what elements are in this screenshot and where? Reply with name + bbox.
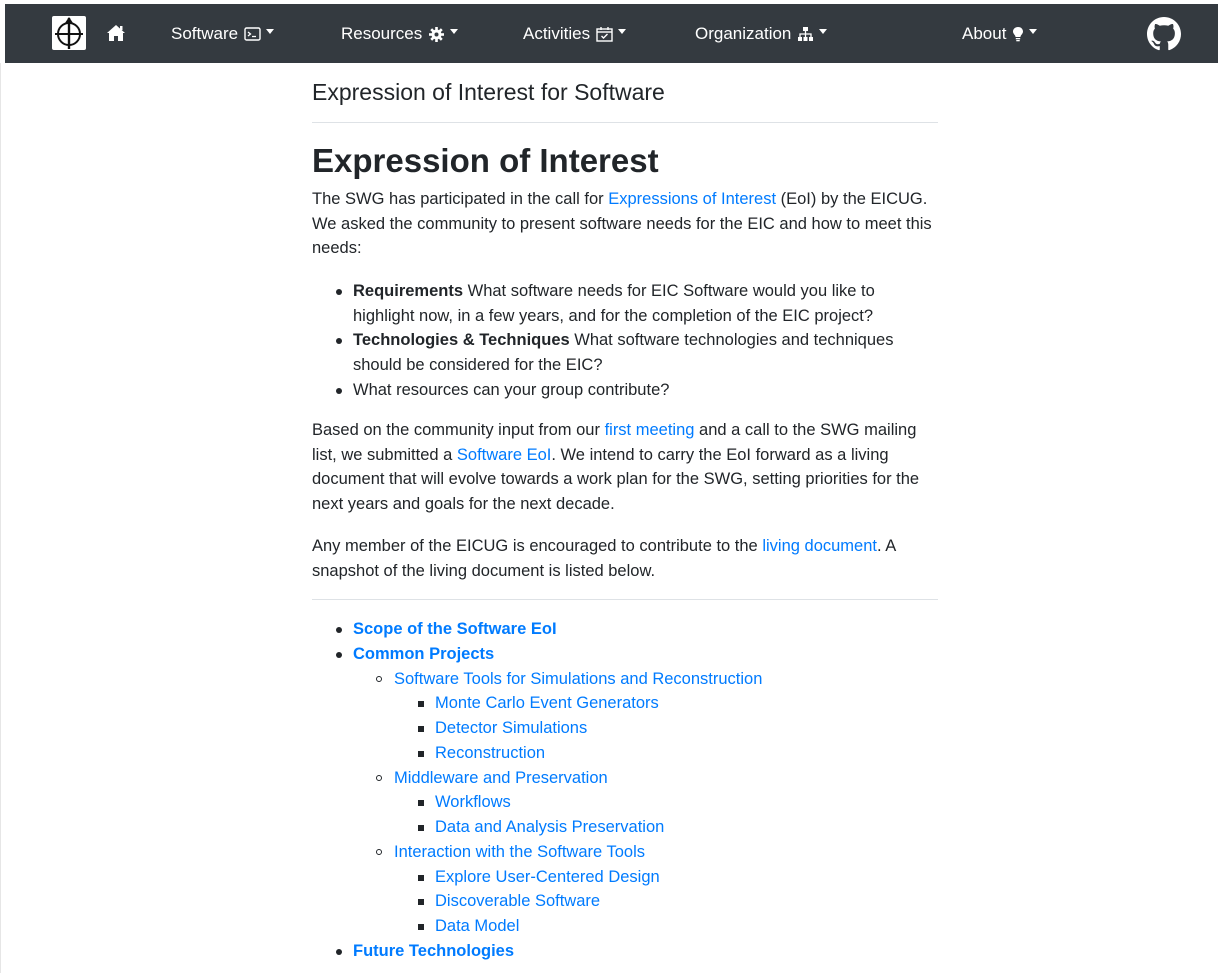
chevron-down-icon <box>819 28 828 34</box>
toc-item: Interaction with the Software Tools <box>312 840 938 865</box>
nav-activities-label: Activities <box>523 24 591 43</box>
eoi-link[interactable]: Expressions of Interest <box>608 190 776 208</box>
toc-link-event-generators[interactable]: Monte Carlo Event Generators <box>435 694 659 712</box>
nav-resources[interactable]: Resources <box>341 22 459 46</box>
divider <box>312 599 938 600</box>
technologies-term: Technologies & Techniques <box>353 331 570 350</box>
toc-link-software-tools[interactable]: Software Tools for Simulations and Recon… <box>394 670 762 688</box>
gear-icon <box>428 26 445 43</box>
software-eoi-link[interactable]: Software EoI <box>457 446 551 464</box>
table-of-contents: Scope of the Software EoI Common Project… <box>312 617 938 964</box>
site-logo[interactable] <box>52 16 86 50</box>
requirements-term: Requirements <box>353 282 464 300</box>
requirements-list: Requirements What software needs for EIC… <box>312 279 938 403</box>
toc-link-middleware[interactable]: Middleware and Preservation <box>394 769 608 787</box>
list-item: Requirements What software needs for EIC… <box>336 279 938 328</box>
toc-link-user-centered-design[interactable]: Explore User-Centered Design <box>435 868 660 886</box>
toc-item: Monte Carlo Event Generators <box>312 691 938 716</box>
toc-link-discoverable-software[interactable]: Discoverable Software <box>435 892 600 910</box>
chevron-down-icon <box>266 28 275 34</box>
list-item: Technologies & Techniques What software … <box>336 328 938 377</box>
toc-item: Detector Simulations <box>312 716 938 741</box>
github-icon[interactable] <box>1147 17 1181 51</box>
toc-item: Future Technologies <box>312 939 938 964</box>
main-content: Expression of Interest for Software Expr… <box>312 79 938 960</box>
toc-item: Workflows <box>312 790 938 815</box>
section-heading: Expression of Interest <box>312 142 659 179</box>
home-icon[interactable] <box>106 24 126 42</box>
toc-item: Scope of the Software EoI <box>312 617 938 642</box>
toc-item: Middleware and Preservation <box>312 766 938 791</box>
lightbulb-icon <box>1012 26 1024 42</box>
top-navbar: Software Resources Activities Organizati… <box>5 4 1218 63</box>
toc-item: Discoverable Software <box>312 889 938 914</box>
toc-link-interaction[interactable]: Interaction with the Software Tools <box>394 843 645 861</box>
toc-link-workflows[interactable]: Workflows <box>435 793 511 811</box>
nav-organization-label: Organization <box>695 24 792 43</box>
paragraph-text: Any member of the EICUG is encouraged to… <box>312 537 763 555</box>
toc-item: Common Projects <box>312 642 938 667</box>
nav-about[interactable]: About <box>962 22 1038 46</box>
toc-link-common-projects[interactable]: Common Projects <box>353 645 494 663</box>
toc-link-scope[interactable]: Scope of the Software EoI <box>353 620 557 638</box>
resources-text: What resources can your group contribute… <box>353 380 670 399</box>
list-item: What resources can your group contribute… <box>336 378 938 403</box>
toc-link-data-model[interactable]: Data Model <box>435 917 519 935</box>
nav-about-label: About <box>962 24 1007 43</box>
living-document-paragraph: Any member of the EICUG is encouraged to… <box>312 534 938 583</box>
chevron-down-icon <box>450 28 459 34</box>
toc-link-detector-simulations[interactable]: Detector Simulations <box>435 719 587 737</box>
page-frame: Software Resources Activities Organizati… <box>0 0 1218 973</box>
submission-paragraph: Based on the community input from our fi… <box>312 418 938 517</box>
calendar-check-icon <box>596 26 613 42</box>
divider <box>312 122 938 123</box>
toc-item: Data Model <box>312 914 938 939</box>
chevron-down-icon <box>618 28 627 34</box>
toc-link-future-technologies[interactable]: Future Technologies <box>353 942 514 960</box>
nav-activities[interactable]: Activities <box>523 22 627 46</box>
nav-software[interactable]: Software <box>171 22 275 46</box>
chevron-down-icon <box>1029 28 1038 34</box>
nav-resources-label: Resources <box>341 24 423 43</box>
toc-link-reconstruction[interactable]: Reconstruction <box>435 744 545 762</box>
toc-item: Reconstruction <box>312 741 938 766</box>
toc-item: Explore User-Centered Design <box>312 865 938 890</box>
paragraph-text: Based on the community input from our <box>312 421 605 439</box>
nav-organization[interactable]: Organization <box>695 22 828 46</box>
toc-link-preservation[interactable]: Data and Analysis Preservation <box>435 818 664 836</box>
intro-text: The SWG has participated in the call for <box>312 190 609 208</box>
nav-software-label: Software <box>171 24 239 43</box>
first-meeting-link[interactable]: first meeting <box>605 421 695 439</box>
toc-item: Software Tools for Simulations and Recon… <box>312 667 938 692</box>
toc-item: Data and Analysis Preservation <box>312 815 938 840</box>
sitemap-icon <box>797 26 814 42</box>
page-title: Expression of Interest for Software <box>312 79 665 105</box>
intro-paragraph: The SWG has participated in the call for… <box>312 187 938 261</box>
terminal-icon <box>244 27 261 41</box>
living-document-link[interactable]: living document <box>762 537 877 555</box>
